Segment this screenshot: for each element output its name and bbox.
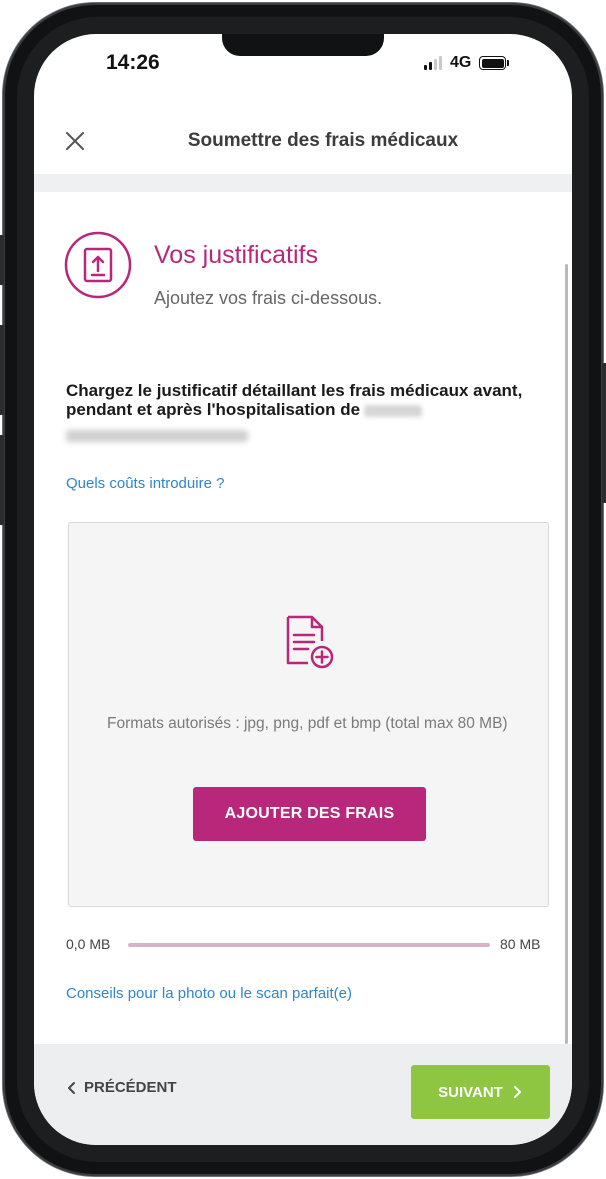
side-button <box>602 363 606 503</box>
signal-bar <box>434 59 437 70</box>
section-title: Vos justificatifs <box>154 241 318 269</box>
upload-dropzone[interactable]: Formats autorisés : jpg, png, pdf et bmp… <box>68 522 549 907</box>
signal-bar <box>424 65 427 70</box>
status-time: 14:26 <box>106 51 160 74</box>
phone-screen: 14:26 4G Soumettre des frais médicaux Vo… <box>34 34 572 1145</box>
network-type: 4G <box>450 54 472 71</box>
side-button <box>0 435 4 525</box>
status-indicators: 4G <box>424 54 510 72</box>
document-upload-icon <box>64 231 132 299</box>
previous-label: PRÉCÉDENT <box>84 1079 177 1096</box>
page-title: Soumettre des frais médicaux <box>187 130 459 151</box>
size-progress-bar <box>128 943 490 947</box>
allowed-formats: Formats autorisés : jpg, png, pdf et bmp… <box>107 715 508 732</box>
header-divider <box>34 174 572 192</box>
scrollbar[interactable] <box>565 264 568 1044</box>
upload-instruction: Chargez le justificatif détaillant les f… <box>66 381 546 419</box>
photo-tips-link[interactable]: Conseils pour la photo ou le scan parfai… <box>66 985 352 1002</box>
add-expenses-button[interactable]: AJOUTER DES FRAIS <box>193 787 426 841</box>
side-button <box>0 235 4 285</box>
signal-bar <box>429 62 432 70</box>
signal-icon <box>424 56 442 70</box>
signal-bar <box>439 56 442 70</box>
redacted-name <box>66 430 248 442</box>
redacted-name <box>364 404 423 417</box>
next-button[interactable]: SUIVANT <box>411 1065 550 1119</box>
footer-navigation: PRÉCÉDENT SUIVANT <box>34 1044 572 1145</box>
chevron-left-icon <box>68 1081 75 1094</box>
size-min-label: 0,0 MB <box>66 936 111 952</box>
app-header: Soumettre des frais médicaux <box>34 114 572 172</box>
file-add-icon <box>286 615 334 669</box>
costs-help-link[interactable]: Quels coûts introduire ? <box>66 475 224 492</box>
instruction-text: Chargez le justificatif détaillant les f… <box>66 381 523 419</box>
previous-button[interactable]: PRÉCÉDENT <box>66 1079 177 1096</box>
section-subtitle: Ajoutez vos frais ci-dessous. <box>154 288 383 308</box>
side-button <box>0 325 4 415</box>
chevron-right-icon <box>513 1086 521 1098</box>
next-label: SUIVANT <box>438 1083 503 1101</box>
battery-icon <box>479 56 510 70</box>
size-max-label: 80 MB <box>500 936 541 952</box>
notch <box>222 34 384 56</box>
